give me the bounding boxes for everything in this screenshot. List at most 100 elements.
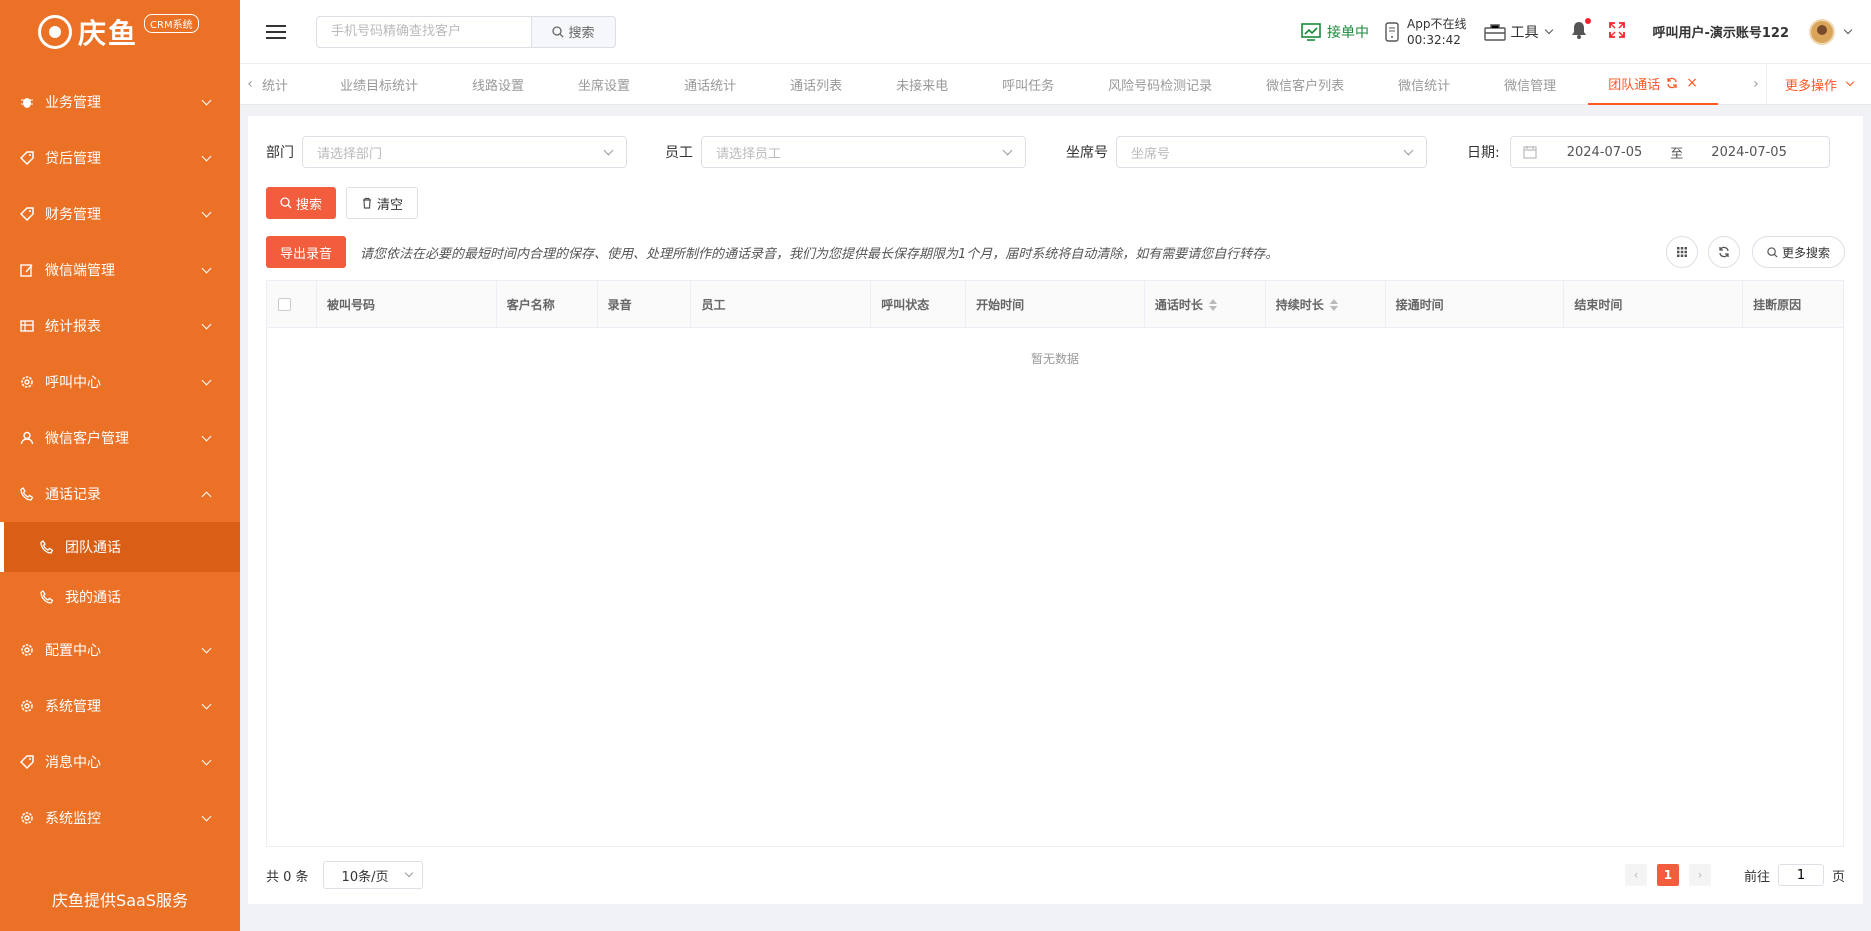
- tab-call-stats[interactable]: 通话统计: [662, 64, 768, 105]
- chevron-down-icon: [201, 643, 212, 653]
- sidebar-footer: 庆鱼提供SaaS服务: [52, 891, 188, 910]
- date-range-picker[interactable]: 2024-07-05 至 2024-07-05: [1509, 136, 1830, 168]
- table-tools: 更多搜索: [1656, 236, 1845, 268]
- date-separator: 至: [1670, 146, 1684, 162]
- sidebar-item-reports[interactable]: 统计报表: [0, 298, 240, 354]
- chevron-down-icon: [404, 868, 413, 878]
- sidebar-item-label: 消息中心: [45, 755, 101, 771]
- dept-select[interactable]: 请选择部门: [302, 136, 627, 168]
- column-customer-name[interactable]: 客户名称: [497, 281, 598, 328]
- column-hangup-reason[interactable]: 挂断原因: [1743, 281, 1843, 328]
- sort-icon[interactable]: [1208, 298, 1217, 311]
- column-settings-button[interactable]: [1665, 236, 1698, 268]
- tab-missed-calls[interactable]: 未接来电: [874, 64, 980, 105]
- search-button[interactable]: 搜索: [266, 187, 337, 219]
- refresh-button[interactable]: [1707, 236, 1740, 268]
- sidebar-subitem-my-calls[interactable]: 我的通话: [0, 572, 240, 622]
- seat-select[interactable]: 坐席号: [1116, 136, 1427, 168]
- tab-wechat-customers[interactable]: 微信客户列表: [1244, 64, 1376, 105]
- avatar[interactable]: [1809, 18, 1835, 45]
- app-status[interactable]: App不在线 00:32:42: [1385, 16, 1466, 48]
- more-search-button[interactable]: 更多搜索: [1751, 236, 1845, 268]
- user-icon: [20, 431, 34, 445]
- tabs: 统计 业绩目标统计 线路设置 坐席设置 通话统计 通话列表 未接来电 呼叫任务 …: [260, 64, 1746, 105]
- next-page-button[interactable]: ›: [1688, 864, 1711, 886]
- sidebar-item-label: 系统监控: [45, 811, 101, 827]
- column-total-duration[interactable]: 持续时长: [1266, 281, 1386, 328]
- tab-seat-settings[interactable]: 坐席设置: [556, 64, 662, 105]
- user-name[interactable]: 呼叫用户-演示账号122: [1652, 22, 1789, 41]
- sidebar-item-config[interactable]: 配置中心: [0, 622, 240, 678]
- app-status-time: 00:32:42: [1407, 32, 1461, 47]
- search-input[interactable]: [316, 15, 531, 48]
- sidebar-item-postloan[interactable]: 贷后管理: [0, 130, 240, 186]
- tab-call-tasks[interactable]: 呼叫任务: [980, 64, 1086, 105]
- export-recordings-button[interactable]: 导出录音: [266, 236, 347, 268]
- date-end[interactable]: 2024-07-05: [1711, 145, 1787, 160]
- column-connect-time[interactable]: 接通时间: [1386, 281, 1565, 328]
- sidebar-item-callcenter[interactable]: 呼叫中心: [0, 354, 240, 410]
- tabs-scroll-left-icon[interactable]: ‹: [240, 76, 260, 92]
- sidebar-item-finance[interactable]: 财务管理: [0, 186, 240, 242]
- tabs-bar: ‹ 统计 业绩目标统计 线路设置 坐席设置 通话统计 通话列表 未接来电 呼叫任…: [240, 63, 1871, 105]
- search-icon: [280, 197, 292, 209]
- clear-button[interactable]: 清空: [346, 187, 419, 219]
- call-records-table: 被叫号码 客户名称 录音 员工 呼叫状态 开始时间 通话时长 持续时长 接通时间…: [266, 280, 1844, 847]
- tools-dropdown[interactable]: 工具: [1484, 22, 1554, 42]
- toolbar-row: 导出录音 请您依法在必要的最短时间内合理的保存、使用、处理所制作的通话录音，我们…: [266, 236, 1845, 268]
- tab-performance-stats[interactable]: 业绩目标统计: [308, 64, 450, 105]
- brand-logo[interactable]: 庆鱼 CRM系统: [0, 0, 240, 64]
- column-end-time[interactable]: 结束时间: [1564, 281, 1744, 328]
- dept-label: 部门: [266, 145, 294, 161]
- menu-toggle-icon[interactable]: [266, 21, 286, 43]
- tab-call-list[interactable]: 通话列表: [768, 64, 874, 105]
- fullscreen-button[interactable]: [1608, 21, 1626, 43]
- column-staff[interactable]: 员工: [691, 281, 872, 328]
- sidebar-item-monitor[interactable]: 系统监控: [0, 790, 240, 846]
- search-icon: [1767, 246, 1778, 258]
- work-status[interactable]: 接单中: [1301, 22, 1369, 42]
- chevron-down-icon[interactable]: [1843, 25, 1853, 34]
- column-call-status[interactable]: 呼叫状态: [871, 281, 967, 328]
- tabs-scroll-right-icon[interactable]: ›: [1746, 76, 1766, 92]
- sidebar-item-label: 系统管理: [45, 699, 101, 715]
- search-button[interactable]: 搜索: [531, 15, 616, 48]
- more-actions-dropdown[interactable]: 更多操作: [1765, 63, 1871, 105]
- page-number[interactable]: 1: [1656, 864, 1679, 886]
- column-recording[interactable]: 录音: [598, 281, 692, 328]
- notification-bell[interactable]: [1570, 17, 1592, 44]
- close-icon[interactable]: ×: [1686, 75, 1698, 91]
- filter-actions: 搜索 清空: [266, 187, 419, 219]
- sidebar-item-messages[interactable]: 消息中心: [0, 734, 240, 790]
- sidebar-item-wechat-admin[interactable]: 微信端管理: [0, 242, 240, 298]
- refresh-icon[interactable]: [1666, 77, 1678, 89]
- column-called-number[interactable]: 被叫号码: [317, 281, 497, 328]
- gear-icon: [21, 376, 33, 388]
- column-talk-duration[interactable]: 通话时长: [1145, 281, 1266, 328]
- tab-team-calls[interactable]: 团队通话 ×: [1588, 64, 1718, 105]
- sort-icon[interactable]: [1329, 298, 1338, 311]
- tab-stats[interactable]: 统计: [260, 64, 308, 105]
- sidebar-item-system[interactable]: 系统管理: [0, 678, 240, 734]
- page-size-value: 10条/页: [341, 869, 389, 885]
- sidebar-item-business[interactable]: 业务管理: [0, 74, 240, 130]
- tab-risk-numbers[interactable]: 风险号码检测记录: [1086, 64, 1244, 105]
- tab-wechat-admin[interactable]: 微信管理: [1482, 64, 1588, 105]
- prev-page-button[interactable]: ‹: [1624, 864, 1647, 886]
- chevron-down-icon: [201, 207, 212, 217]
- sidebar-item-label: 业务管理: [45, 95, 101, 111]
- select-all-checkbox[interactable]: [278, 298, 291, 311]
- sidebar-item-label: 配置中心: [45, 643, 101, 659]
- tab-wechat-stats[interactable]: 微信统计: [1376, 64, 1482, 105]
- staff-select[interactable]: 请选择员工: [701, 136, 1026, 168]
- sidebar-subitem-team-calls[interactable]: 团队通话: [0, 522, 240, 572]
- sidebar-item-call-records[interactable]: 通话记录: [0, 466, 240, 522]
- goto-page-input[interactable]: [1777, 864, 1824, 886]
- date-start[interactable]: 2024-07-05: [1567, 145, 1643, 160]
- refresh-icon: [1719, 246, 1729, 258]
- column-start-time[interactable]: 开始时间: [966, 281, 1145, 328]
- sidebar-item-wechat-customers[interactable]: 微信客户管理: [0, 410, 240, 466]
- chevron-down-icon: [1403, 145, 1414, 155]
- page-size-select[interactable]: 10条/页: [322, 861, 423, 889]
- tab-line-settings[interactable]: 线路设置: [450, 64, 556, 105]
